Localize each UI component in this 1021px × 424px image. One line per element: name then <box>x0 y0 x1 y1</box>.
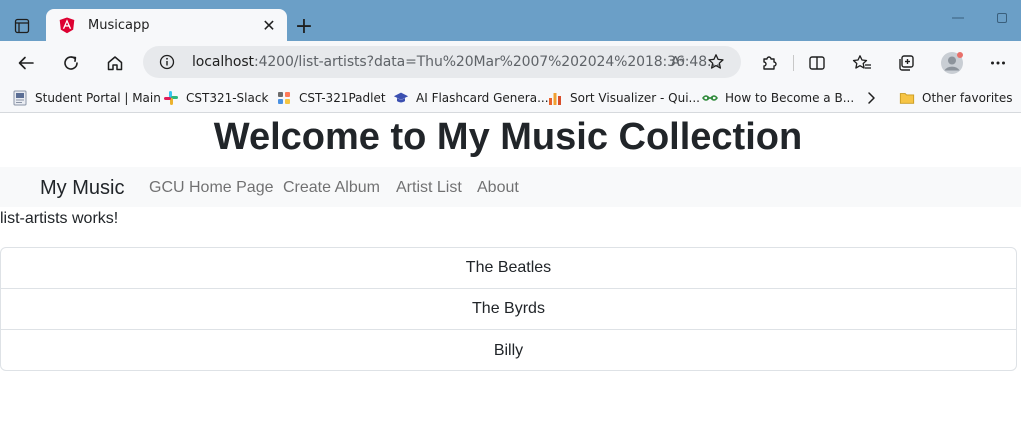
artist-list-item[interactable]: Billy <box>1 330 1016 370</box>
other-favorites-label: Other favorites <box>922 91 1013 105</box>
tab-title: Musicapp <box>88 17 150 33</box>
student-portal-icon <box>12 90 28 106</box>
read-aloud-icon[interactable]: Aᵃ <box>668 52 688 72</box>
artist-list: The Beatles The Byrds Billy <box>0 247 1017 371</box>
refresh-icon[interactable] <box>57 49 85 77</box>
graduation-cap-icon <box>393 90 409 106</box>
bookmark-sort-visualizer[interactable]: Sort Visualizer - Qui... <box>547 88 700 108</box>
tab-actions-icon[interactable] <box>10 14 34 38</box>
link-icon <box>702 90 718 106</box>
folder-icon <box>899 90 915 106</box>
artist-list-item[interactable]: The Beatles <box>1 248 1016 289</box>
angular-icon <box>58 16 76 34</box>
address-bar[interactable]: localhost:4200/list-artists?data=Thu%20M… <box>143 46 741 78</box>
collections-icon[interactable] <box>892 49 920 77</box>
web-page: Welcome to My Music Collection My Music … <box>0 113 1021 424</box>
bookmark-slack[interactable]: CST321-Slack <box>163 88 268 108</box>
bookmark-ai-flashcard[interactable]: AI Flashcard Genera... <box>393 88 549 108</box>
split-screen-icon[interactable] <box>803 49 831 77</box>
other-favorites-folder[interactable]: Other favorites <box>899 88 1013 108</box>
minimize-icon[interactable] <box>948 9 968 27</box>
site-navbar: My Music GCU Home Page Create Album Arti… <box>0 167 1021 207</box>
more-menu-icon[interactable] <box>984 49 1012 77</box>
profile-avatar-icon[interactable] <box>938 49 966 77</box>
maximize-icon[interactable] <box>992 9 1012 27</box>
bookmarks-bar: Student Portal | Main CST321-Slack CST-3… <box>0 84 1021 113</box>
home-icon[interactable] <box>101 49 129 77</box>
browser-tab-active[interactable]: Musicapp ✕ <box>46 9 287 41</box>
bookmark-label: Sort Visualizer - Qui... <box>570 91 700 105</box>
padlet-icon <box>276 90 292 106</box>
address-url[interactable]: localhost:4200/list-artists?data=Thu%20M… <box>192 54 720 70</box>
address-path: :4200/list-artists?data=Thu%20Mar%2007%2… <box>253 54 721 70</box>
bookmark-student-portal[interactable]: Student Portal | Main <box>12 88 161 108</box>
bookmark-padlet[interactable]: CST-321Padlet <box>276 88 386 108</box>
bookmark-label: CST-321Padlet <box>299 91 386 105</box>
bookmark-label: Student Portal | Main <box>35 91 161 105</box>
component-status-text: list-artists works! <box>0 210 119 227</box>
bookmark-label: CST321-Slack <box>186 91 269 105</box>
browser-titlebar: Musicapp ✕ + <box>0 0 1021 41</box>
favorites-icon[interactable] <box>848 49 876 77</box>
site-info-icon[interactable] <box>157 52 177 72</box>
toolbar-divider <box>793 55 794 71</box>
address-host: localhost <box>192 54 254 70</box>
extensions-icon[interactable] <box>755 49 783 77</box>
bar-chart-icon <box>547 90 563 106</box>
nav-link-about[interactable]: About <box>477 179 519 197</box>
nav-link-create-album[interactable]: Create Album <box>283 179 380 197</box>
navbar-brand[interactable]: My Music <box>40 177 124 200</box>
bookmark-label: How to Become a B... <box>725 91 855 105</box>
bookmark-how-to-become[interactable]: How to Become a B... <box>702 88 854 108</box>
favorite-star-icon[interactable] <box>705 51 727 73</box>
new-tab-icon[interactable]: + <box>292 14 316 39</box>
back-icon[interactable] <box>12 49 40 77</box>
browser-toolbar: localhost:4200/list-artists?data=Thu%20M… <box>0 41 1021 84</box>
nav-link-gcu-home[interactable]: GCU Home Page <box>149 179 274 197</box>
artist-list-item[interactable]: The Byrds <box>1 289 1016 330</box>
page-title: Welcome to My Music Collection <box>213 116 803 158</box>
tab-close-icon[interactable]: ✕ <box>259 15 279 35</box>
bookmarks-overflow-chevron-icon[interactable] <box>865 88 877 108</box>
bookmark-label: AI Flashcard Genera... <box>416 91 549 105</box>
slack-icon <box>163 90 179 106</box>
nav-link-artist-list[interactable]: Artist List <box>396 179 462 197</box>
